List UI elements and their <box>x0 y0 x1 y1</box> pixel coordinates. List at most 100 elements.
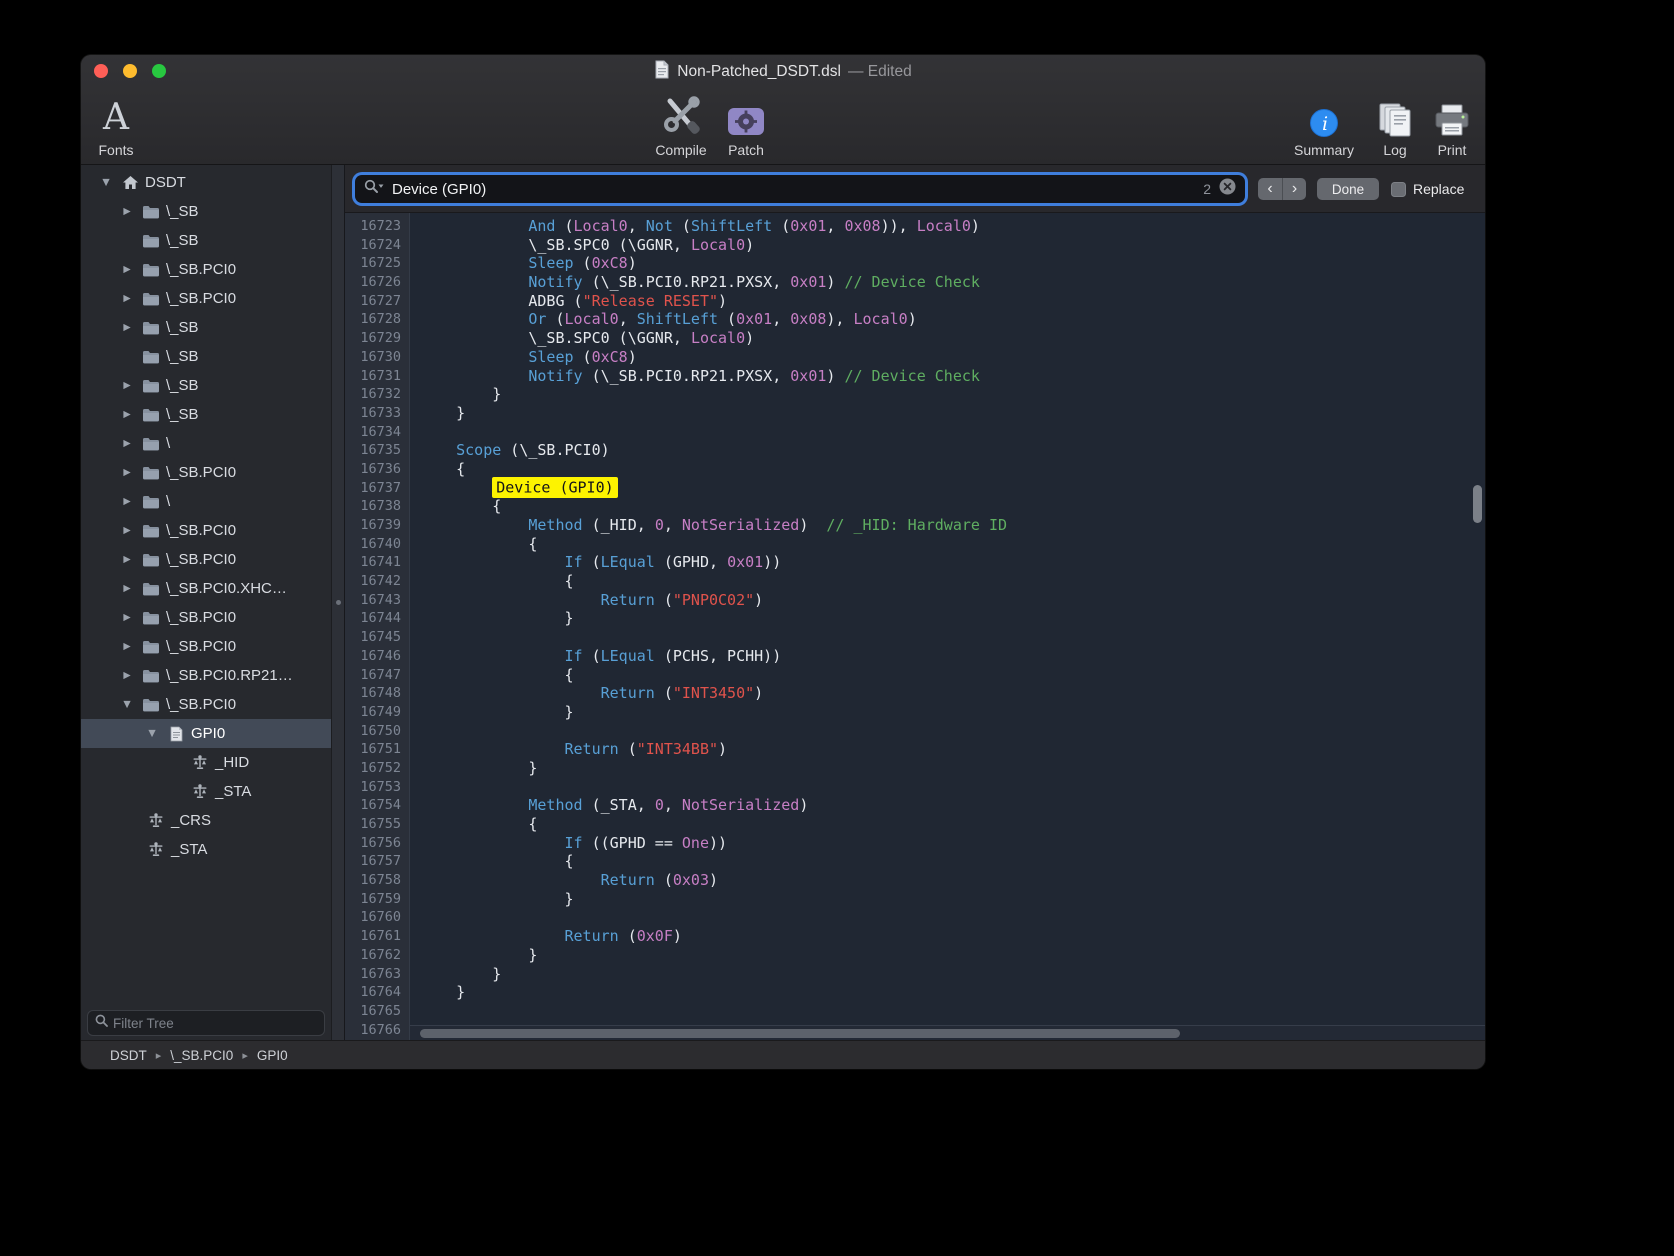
patch-button[interactable]: Patch <box>708 93 784 158</box>
disclosure-right-icon[interactable]: ▶ <box>116 612 138 623</box>
tree-item-sb[interactable]: \_SB <box>81 226 331 255</box>
code-editor[interactable]: 1672316724167251672616727167281672916730… <box>345 213 1485 1040</box>
code-line: Or (Local0, ShiftLeft (0x01, 0x08), Loca… <box>420 310 1485 329</box>
tree-item-sbpci0[interactable]: ▶\_SB.PCI0 <box>81 545 331 574</box>
find-previous-button[interactable]: ‹ <box>1258 178 1282 200</box>
find-next-button[interactable]: › <box>1282 178 1306 200</box>
filter-tree-input[interactable] <box>113 1016 317 1031</box>
tree-item-label: \_SB <box>166 232 199 249</box>
disclosure-right-icon[interactable]: ▶ <box>116 438 138 449</box>
code-area[interactable]: And (Local0, Not (ShiftLeft (0x01, 0x08)… <box>411 213 1485 1040</box>
line-number: 16743 <box>345 591 401 610</box>
search-input[interactable] <box>392 181 1203 198</box>
disclosure-right-icon[interactable]: ▶ <box>116 322 138 333</box>
code-line: Return ("INT34BB") <box>420 740 1485 759</box>
disclosure-right-icon[interactable]: ▶ <box>116 467 138 478</box>
tree-item-sb[interactable]: ▶\_SB <box>81 400 331 429</box>
tree-item-label: \_SB <box>166 377 199 394</box>
summary-button[interactable]: i Summary <box>1284 93 1364 158</box>
sidebar-tree: ▼DSDT▶\_SB\_SB▶\_SB.PCI0▶\_SB.PCI0▶\_SB\… <box>81 165 331 1004</box>
disclosure-right-icon[interactable]: ▶ <box>116 496 138 507</box>
done-button[interactable]: Done <box>1317 178 1379 200</box>
code-line: { <box>420 497 1485 516</box>
code-line: Notify (\_SB.PCI0.RP21.PXSX, 0x01) // De… <box>420 273 1485 292</box>
tree-item-sbpci0[interactable]: ▼\_SB.PCI0 <box>81 690 331 719</box>
line-number: 16742 <box>345 572 401 591</box>
vertical-scrollbar-thumb[interactable] <box>1473 485 1482 523</box>
code-line: Sleep (0xC8) <box>420 348 1485 367</box>
code-line <box>420 778 1485 797</box>
log-documents-icon <box>1377 93 1413 140</box>
print-label: Print <box>1438 142 1467 158</box>
disclosure-right-icon[interactable]: ▶ <box>116 380 138 391</box>
disclosure-right-icon[interactable]: ▶ <box>116 670 138 681</box>
folder-icon <box>138 640 164 654</box>
method-icon <box>143 842 169 857</box>
tree-item-sbpci0[interactable]: ▶\_SB.PCI0 <box>81 603 331 632</box>
disclosure-right-icon[interactable]: ▶ <box>116 583 138 594</box>
tree-item-sta[interactable]: _STA <box>81 777 331 806</box>
tree-item-root[interactable]: ▶\ <box>81 429 331 458</box>
disclosure-right-icon[interactable]: ▶ <box>116 264 138 275</box>
code-line: Return ("INT3450") <box>420 684 1485 703</box>
tree-item-label: \_SB.PCI0 <box>166 522 236 539</box>
disclosure-right-icon[interactable]: ▶ <box>116 554 138 565</box>
tree-item-root[interactable]: ▶\ <box>81 487 331 516</box>
search-scope-icon[interactable] <box>364 179 385 199</box>
pane-splitter[interactable] <box>331 165 345 1040</box>
tree-item-sbpci0[interactable]: ▶\_SB.PCI0 <box>81 458 331 487</box>
method-icon <box>143 813 169 828</box>
code-line <box>420 423 1485 442</box>
tree-item-sb[interactable]: ▶ \_SB <box>81 371 331 400</box>
disclosure-right-icon[interactable]: ▶ <box>116 525 138 536</box>
code-line: } <box>420 385 1485 404</box>
code-line: Sleep (0xC8) <box>420 254 1485 273</box>
disclosure-right-icon[interactable]: ▶ <box>116 409 138 420</box>
horizontal-scrollbar-thumb[interactable] <box>420 1029 1180 1038</box>
breadcrumb-item[interactable]: DSDT <box>110 1048 147 1063</box>
breadcrumb-item[interactable]: \_SB.PCI0 <box>170 1048 233 1063</box>
line-number: 16745 <box>345 628 401 647</box>
tree-item-sbpci0[interactable]: ▶\_SB.PCI0 <box>81 632 331 661</box>
line-number: 16762 <box>345 946 401 965</box>
print-button[interactable]: Print <box>1424 93 1480 158</box>
tree-item-hid[interactable]: _HID <box>81 748 331 777</box>
disclosure-right-icon[interactable]: ▶ <box>116 293 138 304</box>
line-number: 16752 <box>345 759 401 778</box>
tree-item-sbpci0[interactable]: ▶\_SB.PCI0 <box>81 255 331 284</box>
tree-item-sta[interactable]: _STA <box>81 835 331 864</box>
fonts-button[interactable]: A Fonts <box>86 93 146 158</box>
tree-item-sb[interactable]: ▶\_SB <box>81 197 331 226</box>
disclosure-down-icon[interactable]: ▼ <box>141 728 163 739</box>
folder-icon <box>138 234 164 248</box>
filter-tree-field[interactable] <box>87 1010 325 1036</box>
tree-item-dsdt[interactable]: ▼DSDT <box>81 168 331 197</box>
tree-item-sbpci0[interactable]: ▶\_SB.PCI0 <box>81 284 331 313</box>
tree-item-sbpci0xhc[interactable]: ▶\_SB.PCI0.XHC… <box>81 574 331 603</box>
compile-tools-icon <box>658 93 704 140</box>
tree-item-gpi0[interactable]: ▼GPI0 <box>81 719 331 748</box>
line-number: 16733 <box>345 404 401 423</box>
search-field[interactable]: 2 <box>355 175 1245 203</box>
disclosure-down-icon[interactable]: ▼ <box>95 177 117 188</box>
code-line: Notify (\_SB.PCI0.RP21.PXSX, 0x01) // De… <box>420 367 1485 386</box>
tree-item-sb[interactable]: \_SB <box>81 342 331 371</box>
disclosure-right-icon[interactable]: ▶ <box>116 206 138 217</box>
folder-icon <box>138 408 164 422</box>
folder-icon <box>138 524 164 538</box>
tree-item-sbpci0rp21[interactable]: ▶\_SB.PCI0.RP21… <box>81 661 331 690</box>
tree-item-sbpci0[interactable]: ▶ \_SB.PCI0 <box>81 516 331 545</box>
log-button[interactable]: Log <box>1367 93 1423 158</box>
tree-item-sb[interactable]: ▶\_SB <box>81 313 331 342</box>
clear-search-icon[interactable] <box>1219 178 1236 200</box>
disclosure-right-icon[interactable]: ▶ <box>116 641 138 652</box>
breadcrumb-item[interactable]: GPI0 <box>257 1048 288 1063</box>
line-number: 16761 <box>345 927 401 946</box>
code-line <box>420 1002 1485 1021</box>
line-number: 16724 <box>345 236 401 255</box>
replace-checkbox[interactable] <box>1391 182 1406 197</box>
horizontal-scrollbar-track[interactable] <box>410 1025 1485 1040</box>
disclosure-down-icon[interactable]: ▼ <box>116 699 138 710</box>
title-group: Non-Patched_DSDT.dsl — Edited <box>81 55 1485 89</box>
tree-item-crs[interactable]: _CRS <box>81 806 331 835</box>
